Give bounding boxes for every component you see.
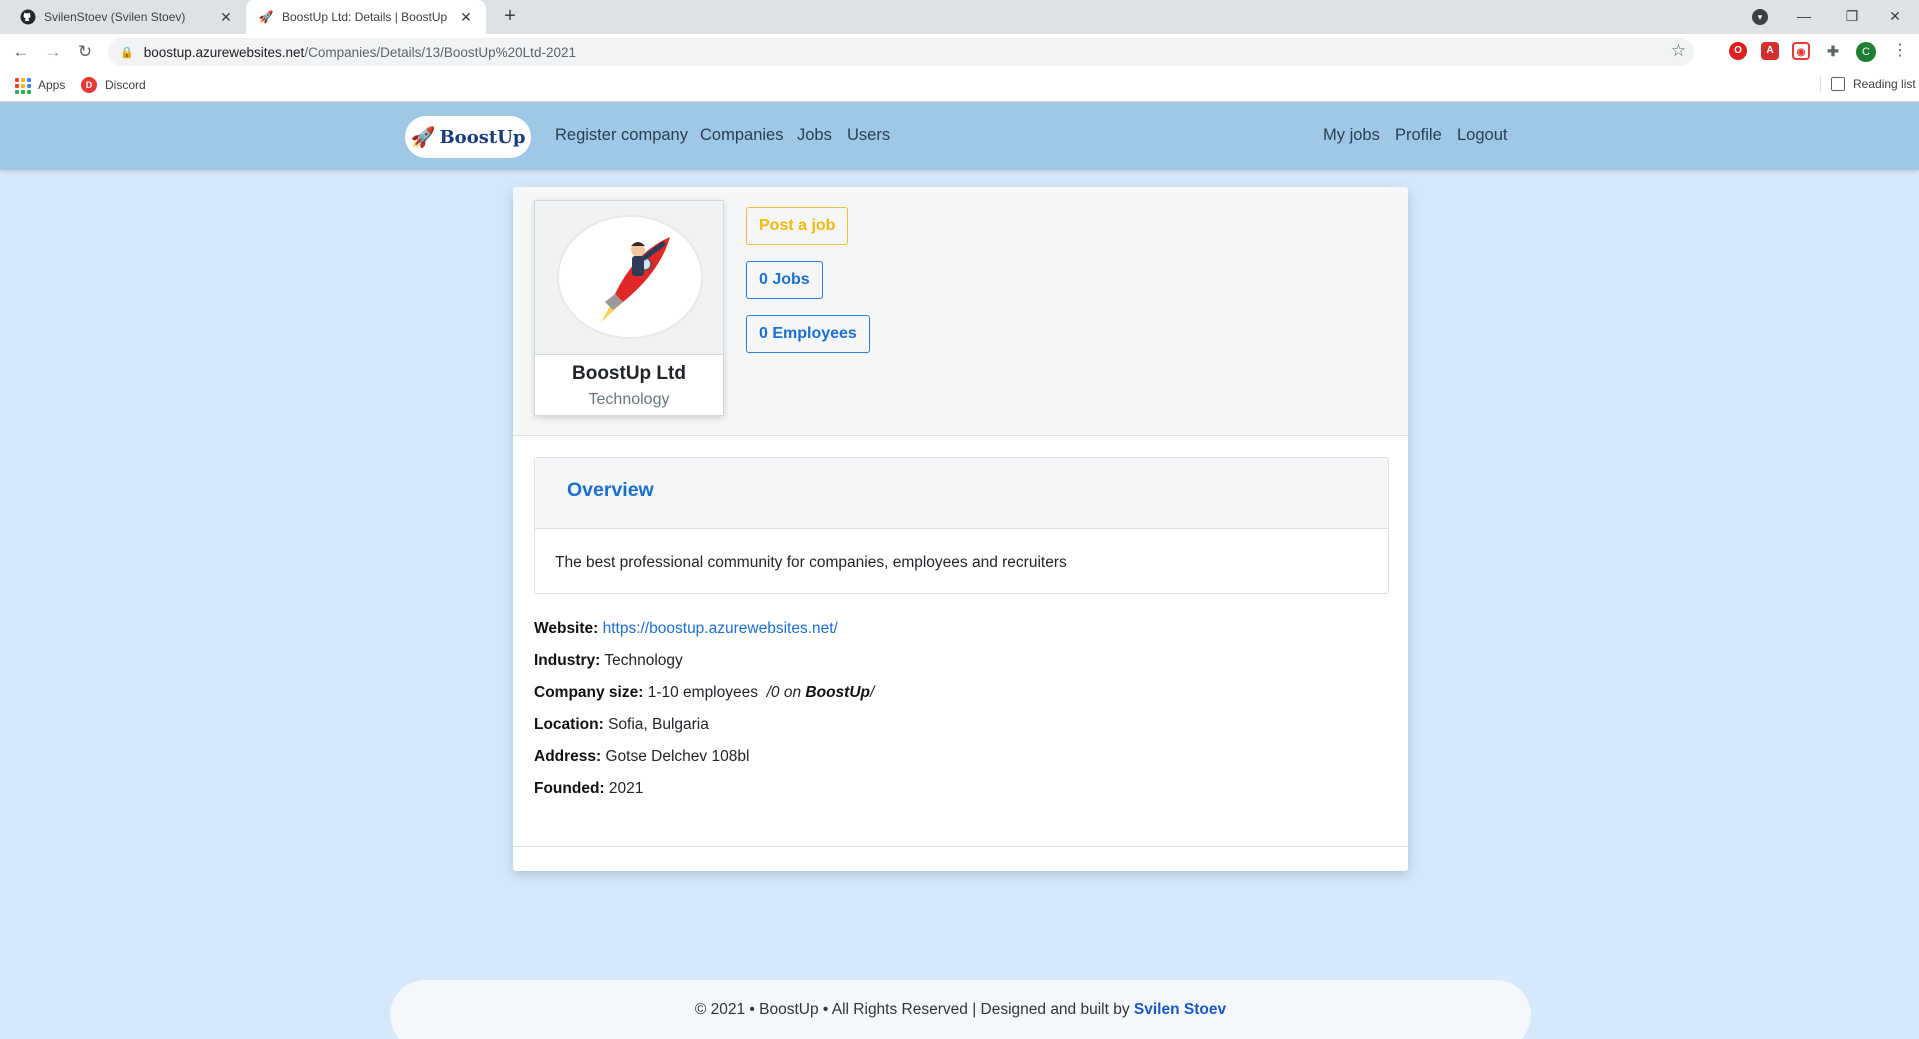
screenshot-extension-icon[interactable]: ◉ — [1792, 42, 1810, 60]
menu-kebab-icon[interactable]: ⋮ — [1892, 40, 1908, 60]
employees-count-button[interactable]: 0 Employees — [746, 315, 870, 353]
detail-value: Gotse Delchev 108bl — [605, 748, 750, 765]
apps-grid-icon — [14, 77, 31, 94]
chevron-down-icon[interactable]: ▾ — [1752, 9, 1768, 25]
overview-panel: Overview The best professional community… — [534, 457, 1389, 594]
opera-extension-icon[interactable]: O — [1729, 42, 1747, 60]
bookmark-discord[interactable]: D Discord — [81, 77, 146, 93]
bookmark-label: Apps — [38, 78, 66, 92]
detail-location: Location: Sofia, Bulgaria — [534, 716, 709, 734]
company-logo-area — [535, 201, 723, 355]
new-tab-button[interactable]: + — [498, 5, 522, 29]
detail-value: 1-10 employees — [647, 684, 758, 701]
card-divider — [513, 846, 1408, 847]
nav-profile[interactable]: Profile — [1395, 126, 1442, 145]
nav-users[interactable]: Users — [847, 126, 890, 145]
detail-label: Website: — [534, 620, 599, 637]
github-icon — [20, 9, 36, 25]
site-footer: © 2021 • BoostUp • All Rights Reserved |… — [390, 980, 1531, 1039]
nav-companies[interactable]: Companies — [700, 126, 783, 145]
detail-value: Technology — [604, 652, 683, 669]
star-icon[interactable]: ☆ — [1671, 41, 1686, 61]
bookmarks-bar: Apps D Discord Reading list — [0, 70, 1919, 102]
puzzle-extensions-icon[interactable]: ✚ — [1824, 42, 1842, 60]
post-job-button[interactable]: Post a job — [746, 207, 849, 245]
browser-toolbar: ← → ↻ 🔒 boostup.azurewebsites.net/Compan… — [0, 34, 1919, 70]
detail-website: Website: https://boostup.azurewebsites.n… — [534, 620, 838, 638]
tab-title: SvilenStoev (Svilen Stoev) — [44, 10, 186, 24]
bookmark-label: Discord — [105, 78, 146, 92]
site-navbar: 🚀 BoostUp Register company Companies Job… — [0, 102, 1919, 170]
forward-arrow-icon[interactable]: → — [41, 40, 65, 64]
browser-tab-boostup[interactable]: 🚀 BoostUp Ltd: Details | BoostUp ✕ — [246, 0, 486, 34]
tab-title: BoostUp Ltd: Details | BoostUp — [282, 10, 448, 24]
rocket-illustration-icon — [601, 237, 670, 322]
reading-list-label: Reading list — [1853, 77, 1916, 91]
company-industry-tag: Technology — [588, 391, 670, 408]
browser-tab-github[interactable]: SvilenStoev (Svilen Stoev) ✕ — [8, 0, 246, 34]
detail-industry: Industry: Technology — [534, 652, 683, 670]
nav-my-jobs[interactable]: My jobs — [1323, 126, 1380, 145]
website-link[interactable]: https://boostup.azurewebsites.net/ — [603, 620, 838, 637]
reading-list-button[interactable]: Reading list — [1820, 77, 1916, 91]
overview-description: The best professional community for comp… — [555, 554, 1067, 571]
detail-founded: Founded: 2021 — [534, 780, 643, 798]
brand-logo[interactable]: 🚀 BoostUp — [405, 116, 531, 158]
company-name: BoostUp Ltd — [572, 363, 686, 384]
detail-label: Industry: — [534, 652, 601, 669]
detail-label: Address: — [534, 748, 602, 765]
close-icon[interactable]: ✕ — [218, 9, 234, 26]
back-arrow-icon[interactable]: ← — [9, 40, 33, 64]
window-close-button[interactable]: ✕ — [1875, 0, 1915, 34]
restore-button[interactable]: ❐ — [1832, 0, 1872, 34]
brand-name: BoostUp — [439, 126, 526, 148]
footer-text: © 2021 • BoostUp • All Rights Reserved |… — [694, 1001, 1227, 1018]
size-on-platform: /0 on BoostUp/ — [766, 684, 875, 701]
detail-address: Address: Gotse Delchev 108bl — [534, 748, 749, 766]
bookmark-apps[interactable]: Apps — [14, 77, 66, 94]
nav-logout[interactable]: Logout — [1457, 126, 1507, 145]
rocket-icon: 🚀 — [410, 126, 436, 149]
company-logo-image — [557, 215, 703, 339]
detail-company-size: Company size: 1-10 employees /0 on Boost… — [534, 684, 874, 702]
profile-avatar[interactable]: C — [1856, 42, 1876, 62]
nav-jobs[interactable]: Jobs — [797, 126, 832, 145]
url-host: boostup.azurewebsites.net — [143, 44, 305, 60]
address-bar[interactable]: 🔒 boostup.azurewebsites.net/Companies/De… — [108, 38, 1694, 66]
jobs-count-button[interactable]: 0 Jobs — [746, 261, 823, 299]
company-details-card: BoostUp Ltd Technology Post a job 0 Jobs… — [513, 187, 1408, 871]
detail-label: Company size: — [534, 684, 644, 701]
browser-tabstrip: SvilenStoev (Svilen Stoev) ✕ 🚀 BoostUp L… — [0, 0, 1919, 34]
rocket-icon: 🚀 — [258, 10, 274, 24]
lock-icon: 🔒 — [120, 46, 134, 59]
reload-icon[interactable]: ↻ — [73, 40, 97, 64]
detail-label: Location: — [534, 716, 604, 733]
url-path: /Companies/Details/13/BoostUp%20Ltd-2021 — [304, 44, 576, 60]
detail-label: Founded: — [534, 780, 605, 797]
overview-title: Overview — [567, 479, 654, 501]
reading-list-icon — [1831, 77, 1845, 91]
company-logo-card: BoostUp Ltd Technology — [534, 200, 724, 416]
footer-author-link[interactable]: Svilen Stoev — [1134, 1001, 1226, 1018]
overview-header: Overview — [535, 458, 1388, 529]
company-header: BoostUp Ltd Technology Post a job 0 Jobs… — [513, 187, 1408, 436]
detail-value: Sofia, Bulgaria — [608, 716, 709, 733]
minimize-button[interactable]: — — [1784, 0, 1824, 34]
detail-value: 2021 — [608, 780, 644, 797]
close-icon[interactable]: ✕ — [458, 9, 474, 26]
pdf-extension-icon[interactable]: A — [1761, 42, 1779, 60]
discord-icon: D — [81, 77, 97, 93]
nav-register-company[interactable]: Register company — [555, 126, 688, 145]
